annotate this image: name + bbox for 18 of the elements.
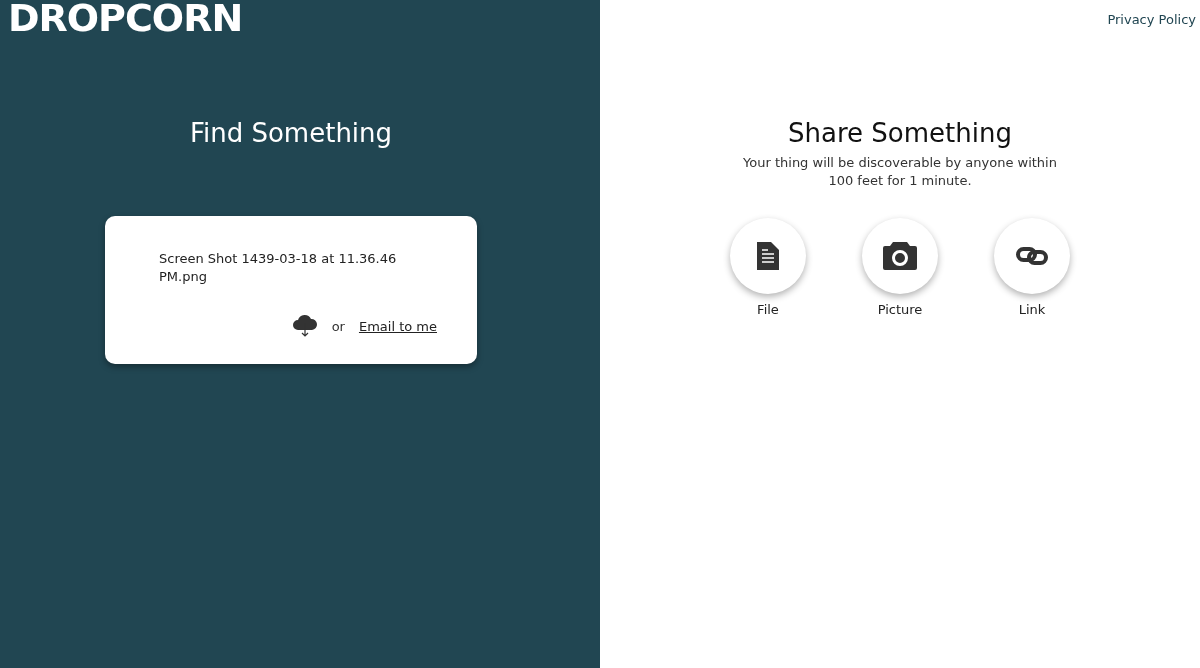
section-title: Find Something xyxy=(189,118,393,148)
logo: DROPCORN xyxy=(8,0,243,40)
cloud-download-icon[interactable] xyxy=(291,314,318,338)
option-label: Link xyxy=(1018,302,1046,317)
description: Your thing will be discoverable by anyone within 100 feet for 1 minute. xyxy=(742,154,1058,190)
file-name: Screen Shot 1439-03-18 at 11.36.46 PM.png xyxy=(159,250,398,286)
camera-icon xyxy=(883,242,917,270)
share-option-button[interactable] xyxy=(862,218,938,294)
option-label: File xyxy=(757,302,779,317)
option-label: Picture xyxy=(877,302,923,317)
or-text: or xyxy=(331,318,345,334)
section-title: Share Something xyxy=(788,118,1012,148)
document-icon xyxy=(757,242,779,270)
share-option-button[interactable] xyxy=(994,218,1070,294)
link-icon xyxy=(1016,247,1048,265)
share-option-button[interactable] xyxy=(730,218,806,294)
privacy-policy-link[interactable]: Privacy Policy xyxy=(1107,12,1196,27)
email-link[interactable]: Email to me xyxy=(358,318,437,334)
